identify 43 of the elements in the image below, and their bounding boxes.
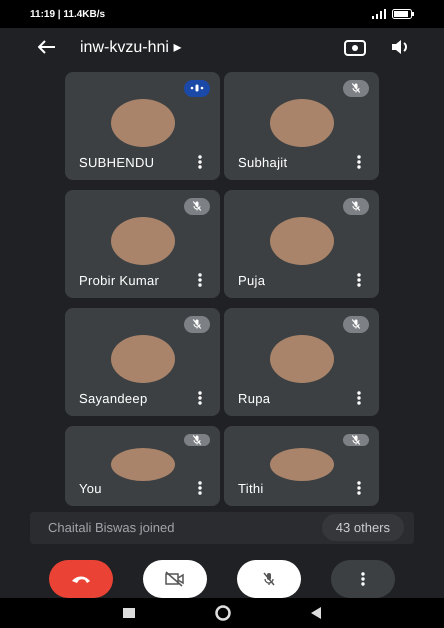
join-notification: Chaitali Biswas joined — [48, 520, 174, 536]
participant-tile[interactable]: Tithi — [224, 426, 379, 506]
back-arrow-icon[interactable] — [38, 40, 56, 54]
participant-name: Probir Kumar — [79, 272, 160, 288]
more-icon[interactable] — [198, 155, 202, 170]
participant-name: Subhajit — [238, 154, 288, 170]
recents-icon[interactable] — [123, 608, 135, 618]
mic-off-button[interactable] — [237, 560, 301, 598]
camera-off-icon — [165, 570, 185, 587]
more-icon[interactable] — [357, 481, 361, 496]
participant-tile[interactable]: Puja — [224, 190, 379, 298]
participant-tile[interactable]: SUBHENDU — [65, 72, 220, 180]
participant-name: Rupa — [238, 390, 270, 406]
battery-icon — [392, 9, 414, 20]
back-icon[interactable] — [311, 606, 321, 619]
more-icon[interactable] — [198, 481, 202, 496]
switch-camera-icon[interactable] — [344, 38, 366, 56]
meeting-code[interactable]: inw-kvzu-hni ▸ — [80, 37, 320, 58]
others-button[interactable]: 43 others — [322, 514, 404, 542]
participant-name: Tithi — [238, 480, 264, 496]
participant-name: You — [79, 480, 102, 496]
signal-icon — [372, 9, 386, 20]
participant-tile[interactable]: You — [65, 426, 220, 506]
more-icon[interactable] — [357, 391, 361, 406]
end-call-button[interactable] — [49, 560, 113, 598]
participant-name: SUBHENDU — [79, 154, 154, 170]
participant-tile[interactable]: Subhajit — [224, 72, 379, 180]
home-icon[interactable] — [215, 604, 231, 621]
more-icon[interactable] — [198, 391, 202, 406]
participant-tile[interactable]: Sayandeep — [65, 308, 220, 416]
participant-name: Sayandeep — [79, 390, 148, 406]
participant-tile[interactable]: Probir Kumar — [65, 190, 220, 298]
more-icon[interactable] — [357, 155, 361, 170]
more-icon — [361, 572, 365, 586]
status-time: 11:19 | 11.4KB/s — [30, 8, 106, 20]
speaker-icon[interactable] — [390, 39, 410, 56]
participant-name: Puja — [238, 272, 266, 288]
phone-icon — [71, 574, 91, 584]
more-icon[interactable] — [357, 273, 361, 288]
camera-off-button[interactable] — [143, 560, 207, 598]
participant-tile[interactable]: Rupa — [224, 308, 379, 416]
more-icon[interactable] — [198, 273, 202, 288]
mic-off-icon — [261, 570, 277, 587]
